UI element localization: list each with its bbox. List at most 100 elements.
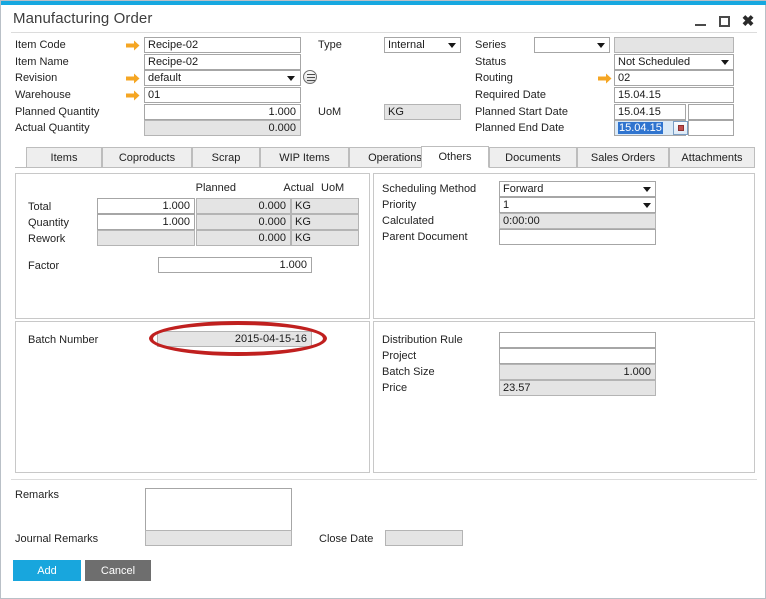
uom-label: UoM bbox=[318, 106, 341, 118]
factor-input[interactable]: 1.000 bbox=[158, 257, 312, 273]
close-date-label: Close Date bbox=[319, 533, 373, 545]
revision-chevron-down-icon[interactable] bbox=[287, 76, 295, 81]
planned-start-date-extra-input[interactable] bbox=[688, 104, 734, 120]
tab-scrap[interactable]: Scrap bbox=[192, 147, 260, 168]
priority-select[interactable]: 1 bbox=[499, 197, 656, 213]
cancel-button[interactable]: Cancel bbox=[85, 560, 151, 581]
close-button[interactable]: ✖ bbox=[737, 11, 759, 31]
window-controls: ✖ bbox=[689, 11, 759, 31]
status-select[interactable]: Not Scheduled bbox=[614, 54, 734, 70]
scheduling-panel: Scheduling Method Forward Priority 1 Cal… bbox=[373, 173, 755, 319]
item-name-input[interactable]: Recipe-02 bbox=[144, 54, 301, 70]
batch-number-field: 2015-04-15-16 bbox=[157, 331, 312, 347]
price-input: 23.57 bbox=[499, 380, 656, 396]
type-chevron-down-icon[interactable] bbox=[448, 43, 456, 48]
quantity-planned-input[interactable]: 1.000 bbox=[97, 214, 195, 230]
batch-size-input: 1.000 bbox=[499, 364, 656, 380]
rework-planned-input bbox=[97, 230, 195, 246]
actual-quantity-label: Actual Quantity bbox=[15, 122, 90, 134]
required-date-input[interactable]: 15.04.15 bbox=[614, 87, 734, 103]
parent-document-input[interactable] bbox=[499, 229, 656, 245]
price-label: Price bbox=[382, 382, 407, 394]
minimize-button[interactable] bbox=[689, 11, 711, 31]
factor-label: Factor bbox=[28, 260, 59, 272]
maximize-icon bbox=[719, 16, 730, 27]
revision-label: Revision bbox=[15, 72, 57, 84]
distribution-rule-input[interactable] bbox=[499, 332, 656, 348]
title-bar: Manufacturing Order ✖ bbox=[1, 5, 765, 32]
tab-coproducts[interactable]: Coproducts bbox=[102, 147, 192, 168]
planned-quantity-label: Planned Quantity bbox=[15, 106, 99, 118]
status-chevron-down-icon[interactable] bbox=[721, 60, 729, 65]
planned-start-date-label: Planned Start Date bbox=[475, 106, 568, 118]
series-value-display bbox=[614, 37, 734, 53]
revision-select[interactable]: default bbox=[144, 70, 301, 86]
tab-wip-items[interactable]: WIP Items bbox=[260, 147, 349, 168]
project-label: Project bbox=[382, 350, 416, 362]
series-label: Series bbox=[475, 39, 506, 51]
warehouse-input[interactable]: 01 bbox=[144, 87, 301, 103]
revision-link-arrow-icon[interactable] bbox=[126, 73, 140, 84]
tab-others[interactable]: Others bbox=[421, 146, 489, 168]
costing-panel: Distribution Rule Project Batch Size 1.0… bbox=[373, 321, 755, 473]
rework-row-label: Rework bbox=[28, 233, 65, 245]
calculated-label: Calculated bbox=[382, 215, 434, 227]
rework-uom-input: KG bbox=[291, 230, 359, 246]
priority-label: Priority bbox=[382, 199, 416, 211]
planned-quantity-input[interactable]: 1.000 bbox=[144, 104, 301, 120]
header-form: Item Code Item Name Revision Warehouse P… bbox=[1, 34, 766, 137]
rework-actual-input: 0.000 bbox=[196, 230, 291, 246]
planned-start-date-input[interactable]: 15.04.15 bbox=[614, 104, 686, 120]
quantity-row-label: Quantity bbox=[28, 217, 69, 229]
planned-end-date-selected-text: 15.04.15 bbox=[618, 122, 663, 134]
remarks-label: Remarks bbox=[15, 489, 59, 501]
item-code-link-arrow-icon[interactable] bbox=[126, 40, 140, 51]
scheduling-method-select[interactable]: Forward bbox=[499, 181, 656, 197]
priority-chevron-down-icon[interactable] bbox=[643, 203, 651, 208]
uom-input: KG bbox=[384, 104, 461, 120]
required-date-label: Required Date bbox=[475, 89, 546, 101]
total-row-label: Total bbox=[28, 201, 51, 213]
journal-remarks-label: Journal Remarks bbox=[15, 533, 98, 545]
tab-sales-orders[interactable]: Sales Orders bbox=[577, 147, 669, 168]
tab-attachments[interactable]: Attachments bbox=[669, 147, 755, 168]
uom-column-header: UoM bbox=[321, 182, 344, 194]
manufacturing-order-window: Manufacturing Order ✖ Item Code Item Nam… bbox=[0, 0, 766, 599]
total-planned-input[interactable]: 1.000 bbox=[97, 198, 195, 214]
item-code-label: Item Code bbox=[15, 39, 66, 51]
item-code-input[interactable]: Recipe-02 bbox=[144, 37, 301, 53]
batch-number-label: Batch Number bbox=[28, 334, 98, 346]
minimize-icon bbox=[695, 24, 706, 26]
actual-column-header: Actual bbox=[254, 182, 314, 194]
routing-label: Routing bbox=[475, 72, 513, 84]
planned-end-date-extra-input[interactable] bbox=[688, 120, 734, 136]
series-chevron-down-icon[interactable] bbox=[597, 43, 605, 48]
actual-quantity-input: 0.000 bbox=[144, 120, 301, 136]
total-actual-input: 0.000 bbox=[196, 198, 291, 214]
routing-link-arrow-icon[interactable] bbox=[598, 73, 612, 84]
footer-separator bbox=[11, 479, 757, 480]
quantity-actual-input: 0.000 bbox=[196, 214, 291, 230]
parent-document-label: Parent Document bbox=[382, 231, 468, 243]
scheduling-method-chevron-down-icon[interactable] bbox=[643, 187, 651, 192]
tab-items[interactable]: Items bbox=[26, 147, 102, 168]
add-button[interactable]: Add bbox=[13, 560, 81, 581]
maximize-button[interactable] bbox=[713, 11, 735, 31]
quantity-uom-input: KG bbox=[291, 214, 359, 230]
distribution-rule-label: Distribution Rule bbox=[382, 334, 463, 346]
project-input[interactable] bbox=[499, 348, 656, 364]
revision-list-icon[interactable] bbox=[303, 70, 317, 84]
calculated-input: 0:00:00 bbox=[499, 213, 656, 229]
remarks-textarea[interactable] bbox=[145, 488, 292, 534]
routing-input[interactable]: 02 bbox=[614, 70, 734, 86]
item-name-label: Item Name bbox=[15, 56, 69, 68]
tab-documents[interactable]: Documents bbox=[489, 147, 577, 168]
close-icon: ✖ bbox=[742, 14, 755, 29]
window-title: Manufacturing Order bbox=[13, 10, 152, 27]
scheduling-method-label: Scheduling Method bbox=[382, 183, 476, 195]
planned-end-date-calendar-icon[interactable] bbox=[673, 121, 688, 135]
warehouse-link-arrow-icon[interactable] bbox=[126, 90, 140, 101]
close-date-input bbox=[385, 530, 463, 546]
quantities-panel: Planned Actual UoM Total 1.000 0.000 KG … bbox=[15, 173, 370, 319]
total-uom-input: KG bbox=[291, 198, 359, 214]
